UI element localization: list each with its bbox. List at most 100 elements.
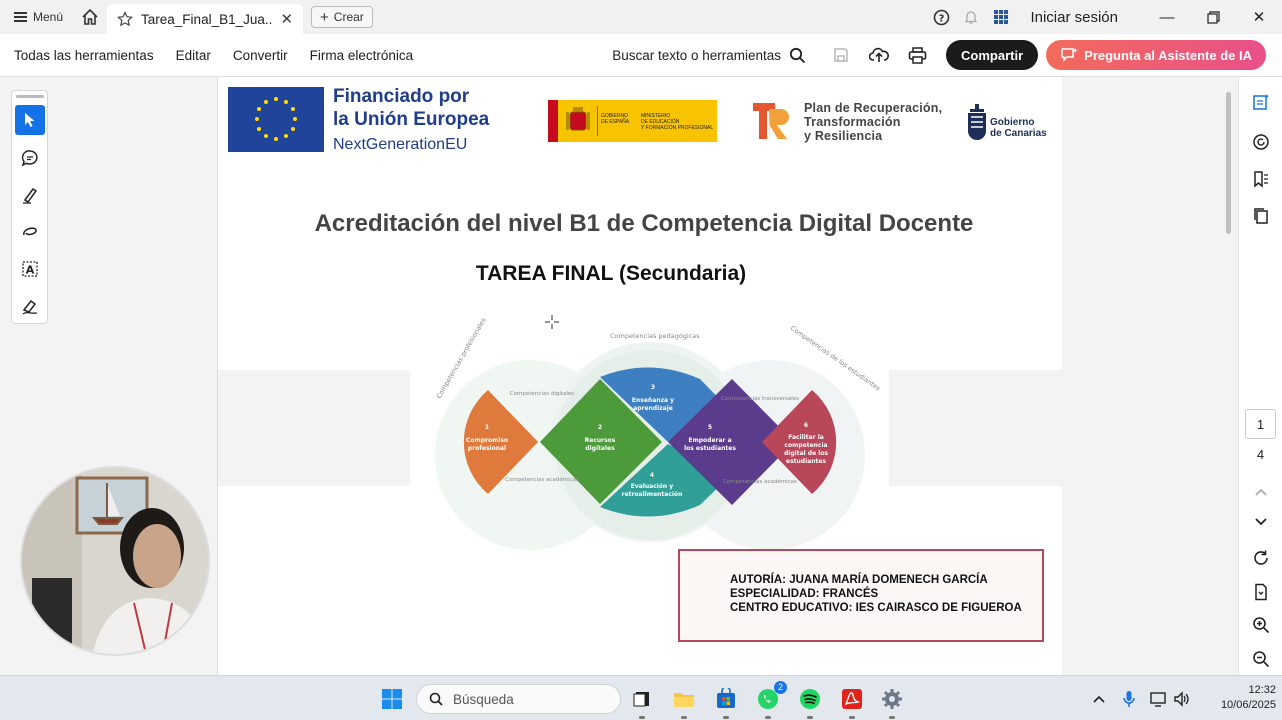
document-subheading: TAREA FINAL (Secundaria) (475, 262, 747, 285)
bell-icon[interactable] (956, 0, 986, 34)
save-icon[interactable] (822, 34, 860, 77)
pdf-page: Financiado por la Unión Europea NextGene… (218, 77, 1062, 675)
system-clock[interactable]: 12:32 10/06/2025 (1196, 683, 1276, 713)
eu-title-line2: la Unión Europea (333, 109, 490, 130)
volume-icon[interactable] (1173, 686, 1191, 712)
ai-assistant-button[interactable]: Pregunta al Asistente de IA (1046, 40, 1266, 70)
restore-icon[interactable] (1190, 0, 1236, 34)
area-2-number: 2 (598, 424, 602, 431)
spotify-icon[interactable] (795, 684, 825, 719)
area-6-line3: digital de los (784, 450, 828, 457)
apps-grid-icon[interactable] (986, 0, 1016, 34)
specialty-line: ESPECIALIDAD: FRANCÉS (730, 588, 879, 600)
acrobat-icon[interactable] (837, 684, 867, 719)
star-icon[interactable] (117, 11, 133, 27)
spain-government-logo: GOBIERNO DE ESPAÑA MINISTERIO DE EDUCACI… (548, 100, 717, 142)
logo-divider (597, 106, 598, 136)
running-indicator (765, 716, 771, 719)
drag-handle[interactable] (16, 95, 44, 98)
sign-tool-icon[interactable] (15, 291, 45, 321)
search-tools-button[interactable]: Buscar texto o herramientas (612, 47, 822, 64)
eu-flag-logo (228, 87, 324, 152)
document-tab[interactable]: Tarea_Final_B1_Jua... ✕ (107, 4, 304, 34)
menu-label: Menú (33, 10, 64, 24)
network-icon[interactable] (1150, 686, 1168, 712)
minimize-icon[interactable]: — (1144, 0, 1190, 34)
highlight-tool-icon[interactable] (15, 180, 45, 210)
area-6-line1: Facilitar la (788, 434, 824, 441)
comment-tool-icon[interactable] (15, 143, 45, 173)
ai-chat-icon (1061, 48, 1078, 62)
zoom-in-icon[interactable] (1245, 610, 1277, 640)
settings-gear-icon[interactable] (877, 684, 907, 719)
area-3-line2: aprendizaje (633, 405, 673, 412)
menu-convert[interactable]: Convertir (222, 48, 299, 63)
running-indicator (849, 716, 855, 719)
store-icon[interactable] (711, 684, 741, 719)
canarias-line1: Gobierno (990, 117, 1035, 128)
svg-text:A: A (26, 264, 35, 277)
total-pages: 4 (1256, 447, 1265, 462)
draw-tool-icon[interactable] (15, 217, 45, 247)
ministry-text: MINISTERIO DE EDUCACIÓN Y FORMACIÓN PROF… (641, 113, 713, 131)
close-window-icon[interactable]: ✕ (1236, 0, 1282, 34)
running-indicator (681, 716, 687, 719)
bookmarks-icon[interactable] (1245, 164, 1277, 194)
share-button[interactable]: Compartir (946, 40, 1039, 70)
label-digital: Competencias digitales (510, 391, 574, 397)
search-tools-label: Buscar texto o herramientas (612, 47, 782, 63)
running-indicator (807, 716, 813, 719)
right-gray-band (889, 370, 1062, 486)
menu-esign[interactable]: Firma electrónica (299, 48, 425, 63)
microphone-icon[interactable] (1122, 686, 1136, 712)
print-icon[interactable] (898, 34, 936, 77)
close-tab-icon[interactable]: ✕ (280, 10, 293, 28)
eu-funded-title: Financiado por la Unión Europea (333, 85, 489, 131)
taskbar-search[interactable]: Búsqueda (416, 684, 621, 714)
tab-title: Tarea_Final_B1_Jua... (141, 11, 273, 27)
area-2-line2: digitales (585, 445, 615, 452)
create-button[interactable]: + Crear (311, 6, 373, 28)
menu-edit[interactable]: Editar (165, 48, 222, 63)
quick-tools: A (11, 90, 48, 324)
windows-taskbar: Búsqueda 2 12:32 10/06/2025 (0, 675, 1282, 720)
home-icon[interactable] (73, 0, 107, 34)
right-gutter (1062, 77, 1238, 675)
upload-cloud-icon[interactable] (860, 34, 898, 77)
menu-button[interactable]: Menú (0, 10, 73, 24)
menu-all-tools[interactable]: Todas las herramientas (0, 48, 165, 63)
task-view-icon[interactable] (627, 684, 657, 719)
current-page-input[interactable]: 1 (1245, 409, 1276, 439)
label-academic-2: Competencias académicas (723, 478, 797, 485)
running-indicator (639, 716, 645, 719)
show-hidden-icons-icon[interactable] (1092, 686, 1106, 712)
signin-button[interactable]: Iniciar sesión (1016, 9, 1144, 26)
prtr-line3: y Resiliencia (804, 129, 883, 143)
start-icon[interactable] (377, 684, 407, 714)
area-6-line4: estudiantes (786, 458, 826, 465)
whatsapp-badge: 2 (774, 681, 787, 694)
eu-title-line1: Financiado por (333, 86, 470, 107)
whatsapp-icon[interactable]: 2 (753, 681, 787, 719)
vertical-scrollbar[interactable] (1226, 92, 1231, 234)
area-5-line2: los estudiantes (684, 445, 736, 452)
spain-coat-of-arms-icon (566, 107, 590, 131)
page-down-icon[interactable] (1245, 507, 1277, 537)
eu-subtitle: NextGenerationEU (333, 136, 468, 153)
zoom-out-icon[interactable] (1245, 644, 1277, 674)
ai-summary-icon[interactable] (1245, 87, 1277, 117)
file-explorer-icon[interactable] (669, 684, 699, 719)
canarias-text: Gobierno de Canarias (990, 117, 1047, 139)
text-box-tool-icon[interactable]: A (15, 254, 45, 284)
left-gray-band (218, 370, 410, 486)
scroll-page-icon[interactable] (1245, 577, 1277, 607)
select-tool-icon[interactable] (15, 105, 45, 135)
refresh-icon[interactable] (1245, 543, 1277, 573)
area-4-line2: retroalimentación (622, 491, 683, 498)
comments-panel-icon[interactable] (1245, 127, 1277, 157)
prtr-logo (751, 99, 791, 143)
page-up-icon[interactable] (1245, 477, 1277, 507)
area-3-line1: Enseñanza y (632, 397, 674, 404)
pages-thumbnails-icon[interactable] (1245, 201, 1277, 231)
help-icon[interactable]: ? (926, 0, 956, 34)
